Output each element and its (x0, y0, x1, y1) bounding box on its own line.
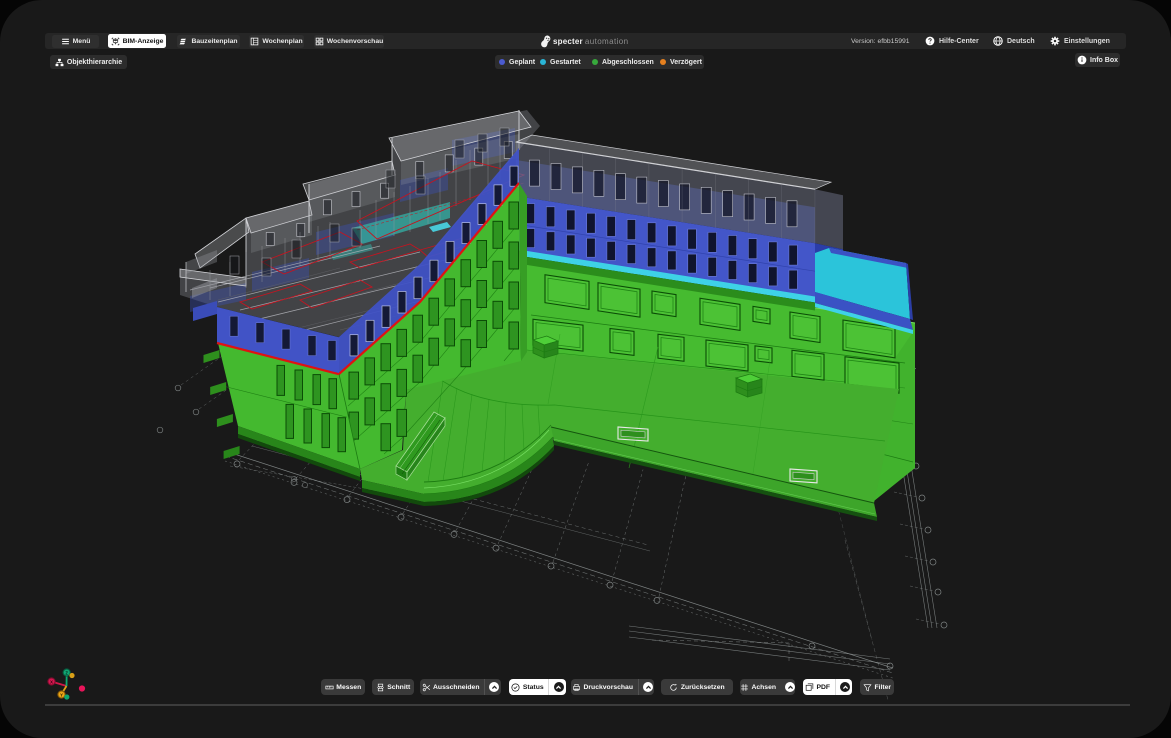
svg-text:Z: Z (65, 670, 68, 675)
svg-text:X: X (50, 679, 53, 684)
svg-text:Y: Y (60, 692, 63, 697)
